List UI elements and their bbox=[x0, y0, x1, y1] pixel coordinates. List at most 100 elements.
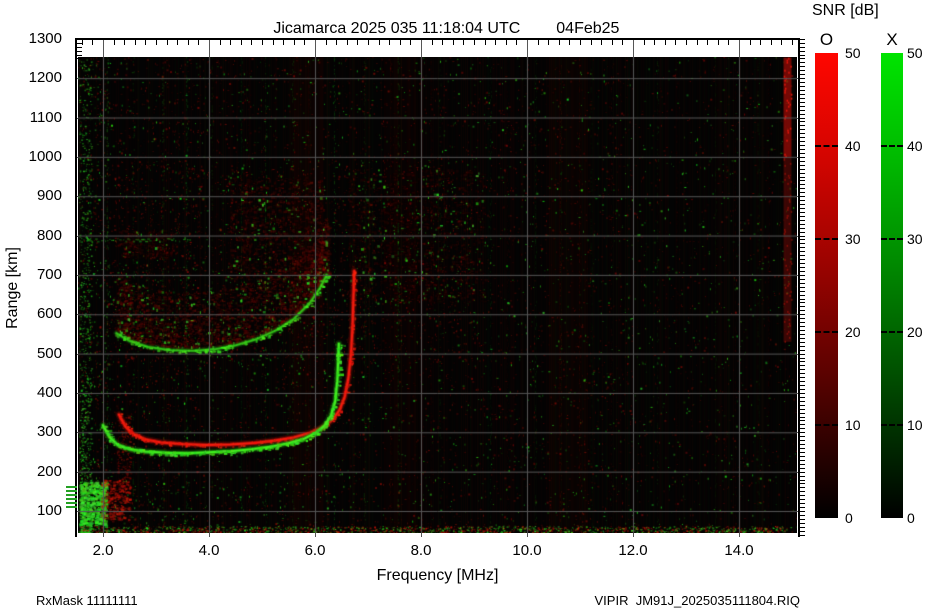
x-mode-label: X bbox=[886, 30, 898, 49]
top-minor-tick bbox=[134, 40, 136, 45]
right-minor-tick bbox=[800, 156, 805, 158]
right-minor-tick bbox=[800, 333, 805, 335]
top-minor-tick bbox=[378, 40, 380, 45]
top-minor-tick bbox=[336, 40, 338, 45]
top-minor-tick bbox=[654, 40, 656, 45]
plot-date: 04Feb25 bbox=[556, 20, 620, 37]
right-minor-tick bbox=[800, 223, 805, 225]
top-minor-tick bbox=[325, 40, 327, 45]
top-minor-tick bbox=[251, 40, 253, 45]
right-minor-tick bbox=[800, 46, 805, 48]
right-minor-tick bbox=[800, 278, 805, 280]
right-minor-tick bbox=[800, 42, 805, 44]
top-minor-tick bbox=[516, 40, 518, 45]
right-minor-tick bbox=[800, 164, 805, 166]
right-minor-tick bbox=[800, 160, 805, 162]
right-minor-tick bbox=[800, 109, 805, 111]
top-minor-tick bbox=[177, 40, 179, 45]
right-minor-tick bbox=[800, 231, 805, 233]
top-minor-tick bbox=[474, 40, 475, 45]
right-minor-tick bbox=[800, 361, 805, 363]
right-minor-tick bbox=[800, 298, 805, 300]
y-tick-label: 500 bbox=[36, 344, 62, 362]
top-minor-tick bbox=[717, 40, 719, 45]
right-minor-tick bbox=[800, 377, 805, 379]
right-minor-tick bbox=[800, 318, 805, 320]
right-minor-tick bbox=[800, 105, 805, 107]
right-minor-tick bbox=[800, 235, 805, 237]
x-axis-title: Frequency [MHz] bbox=[376, 567, 499, 584]
top-minor-tick bbox=[664, 40, 666, 45]
y-tick-label: 300 bbox=[36, 423, 62, 441]
right-minor-tick bbox=[800, 172, 805, 174]
top-minor-tick bbox=[770, 40, 772, 45]
right-minor-tick bbox=[800, 412, 805, 414]
colorbar-dash-tick bbox=[815, 424, 838, 426]
right-minor-tick bbox=[800, 286, 805, 288]
right-minor-tick bbox=[800, 302, 805, 304]
top-minor-tick bbox=[484, 40, 486, 45]
right-minor-tick bbox=[800, 475, 805, 477]
colorbar-dash-tick bbox=[881, 238, 903, 240]
top-minor-tick bbox=[442, 40, 444, 45]
top-minor-tick bbox=[389, 40, 391, 45]
o-colorbar-tick-label: 0 bbox=[845, 510, 853, 526]
top-minor-tick bbox=[611, 40, 613, 45]
right-minor-tick bbox=[800, 251, 805, 253]
x-colorbar-tick-label: 0 bbox=[907, 510, 915, 526]
right-minor-tick bbox=[800, 459, 805, 461]
y-axis-title: Range [km] bbox=[4, 247, 21, 329]
colorbar-dash-tick bbox=[881, 331, 903, 333]
right-minor-tick bbox=[800, 180, 805, 182]
top-minor-tick bbox=[304, 40, 306, 45]
right-minor-tick bbox=[800, 337, 805, 339]
right-minor-tick bbox=[800, 400, 805, 402]
right-minor-tick bbox=[800, 255, 805, 257]
x-tick-label: 14.0 bbox=[724, 542, 754, 559]
colorbar-dash-tick bbox=[815, 331, 838, 333]
top-minor-tick bbox=[463, 40, 465, 45]
right-minor-tick bbox=[800, 204, 805, 206]
right-minor-tick bbox=[800, 341, 805, 343]
x-tick-label: 4.0 bbox=[198, 542, 220, 559]
right-minor-tick bbox=[800, 282, 805, 284]
right-minor-tick bbox=[800, 243, 805, 245]
right-minor-tick bbox=[800, 491, 805, 493]
x-tick-label: 6.0 bbox=[304, 542, 326, 559]
y-tick-label: 800 bbox=[36, 226, 62, 244]
right-minor-tick bbox=[800, 267, 805, 269]
o-colorbar-tick-label: 50 bbox=[845, 45, 861, 61]
right-minor-tick bbox=[800, 62, 805, 64]
right-minor-tick bbox=[800, 50, 805, 52]
x-tick-label: 2.0 bbox=[92, 542, 114, 559]
top-minor-tick bbox=[293, 40, 295, 45]
right-minor-tick bbox=[800, 97, 805, 99]
top-minor-tick bbox=[368, 40, 369, 45]
right-minor-tick bbox=[800, 176, 805, 178]
right-minor-tick bbox=[800, 70, 805, 72]
right-minor-tick bbox=[800, 514, 805, 516]
right-minor-tick bbox=[800, 148, 805, 150]
right-minor-tick bbox=[800, 125, 805, 127]
x-colorbar-tick-label: 10 bbox=[907, 417, 923, 433]
top-minor-tick bbox=[283, 40, 285, 45]
right-minor-tick bbox=[800, 408, 805, 410]
top-minor-tick bbox=[781, 40, 783, 45]
top-minor-tick bbox=[187, 40, 189, 45]
right-minor-tick bbox=[800, 168, 805, 170]
x-tick-label: 8.0 bbox=[410, 542, 432, 559]
right-minor-tick bbox=[800, 487, 805, 489]
x-tick-label: 12.0 bbox=[618, 542, 648, 559]
right-minor-tick bbox=[800, 467, 805, 469]
top-minor-tick bbox=[166, 40, 168, 45]
right-minor-tick bbox=[800, 444, 805, 446]
right-minor-tick bbox=[800, 404, 805, 406]
colorbar-title: SNR [dB] bbox=[812, 2, 879, 19]
right-minor-tick bbox=[800, 141, 805, 143]
top-minor-tick bbox=[686, 40, 687, 45]
right-minor-tick bbox=[800, 373, 805, 375]
right-minor-tick bbox=[800, 113, 805, 115]
left-axis-echo-artifacts bbox=[64, 38, 78, 537]
ionogram-canvas bbox=[78, 57, 797, 533]
top-minor-tick bbox=[622, 40, 624, 45]
